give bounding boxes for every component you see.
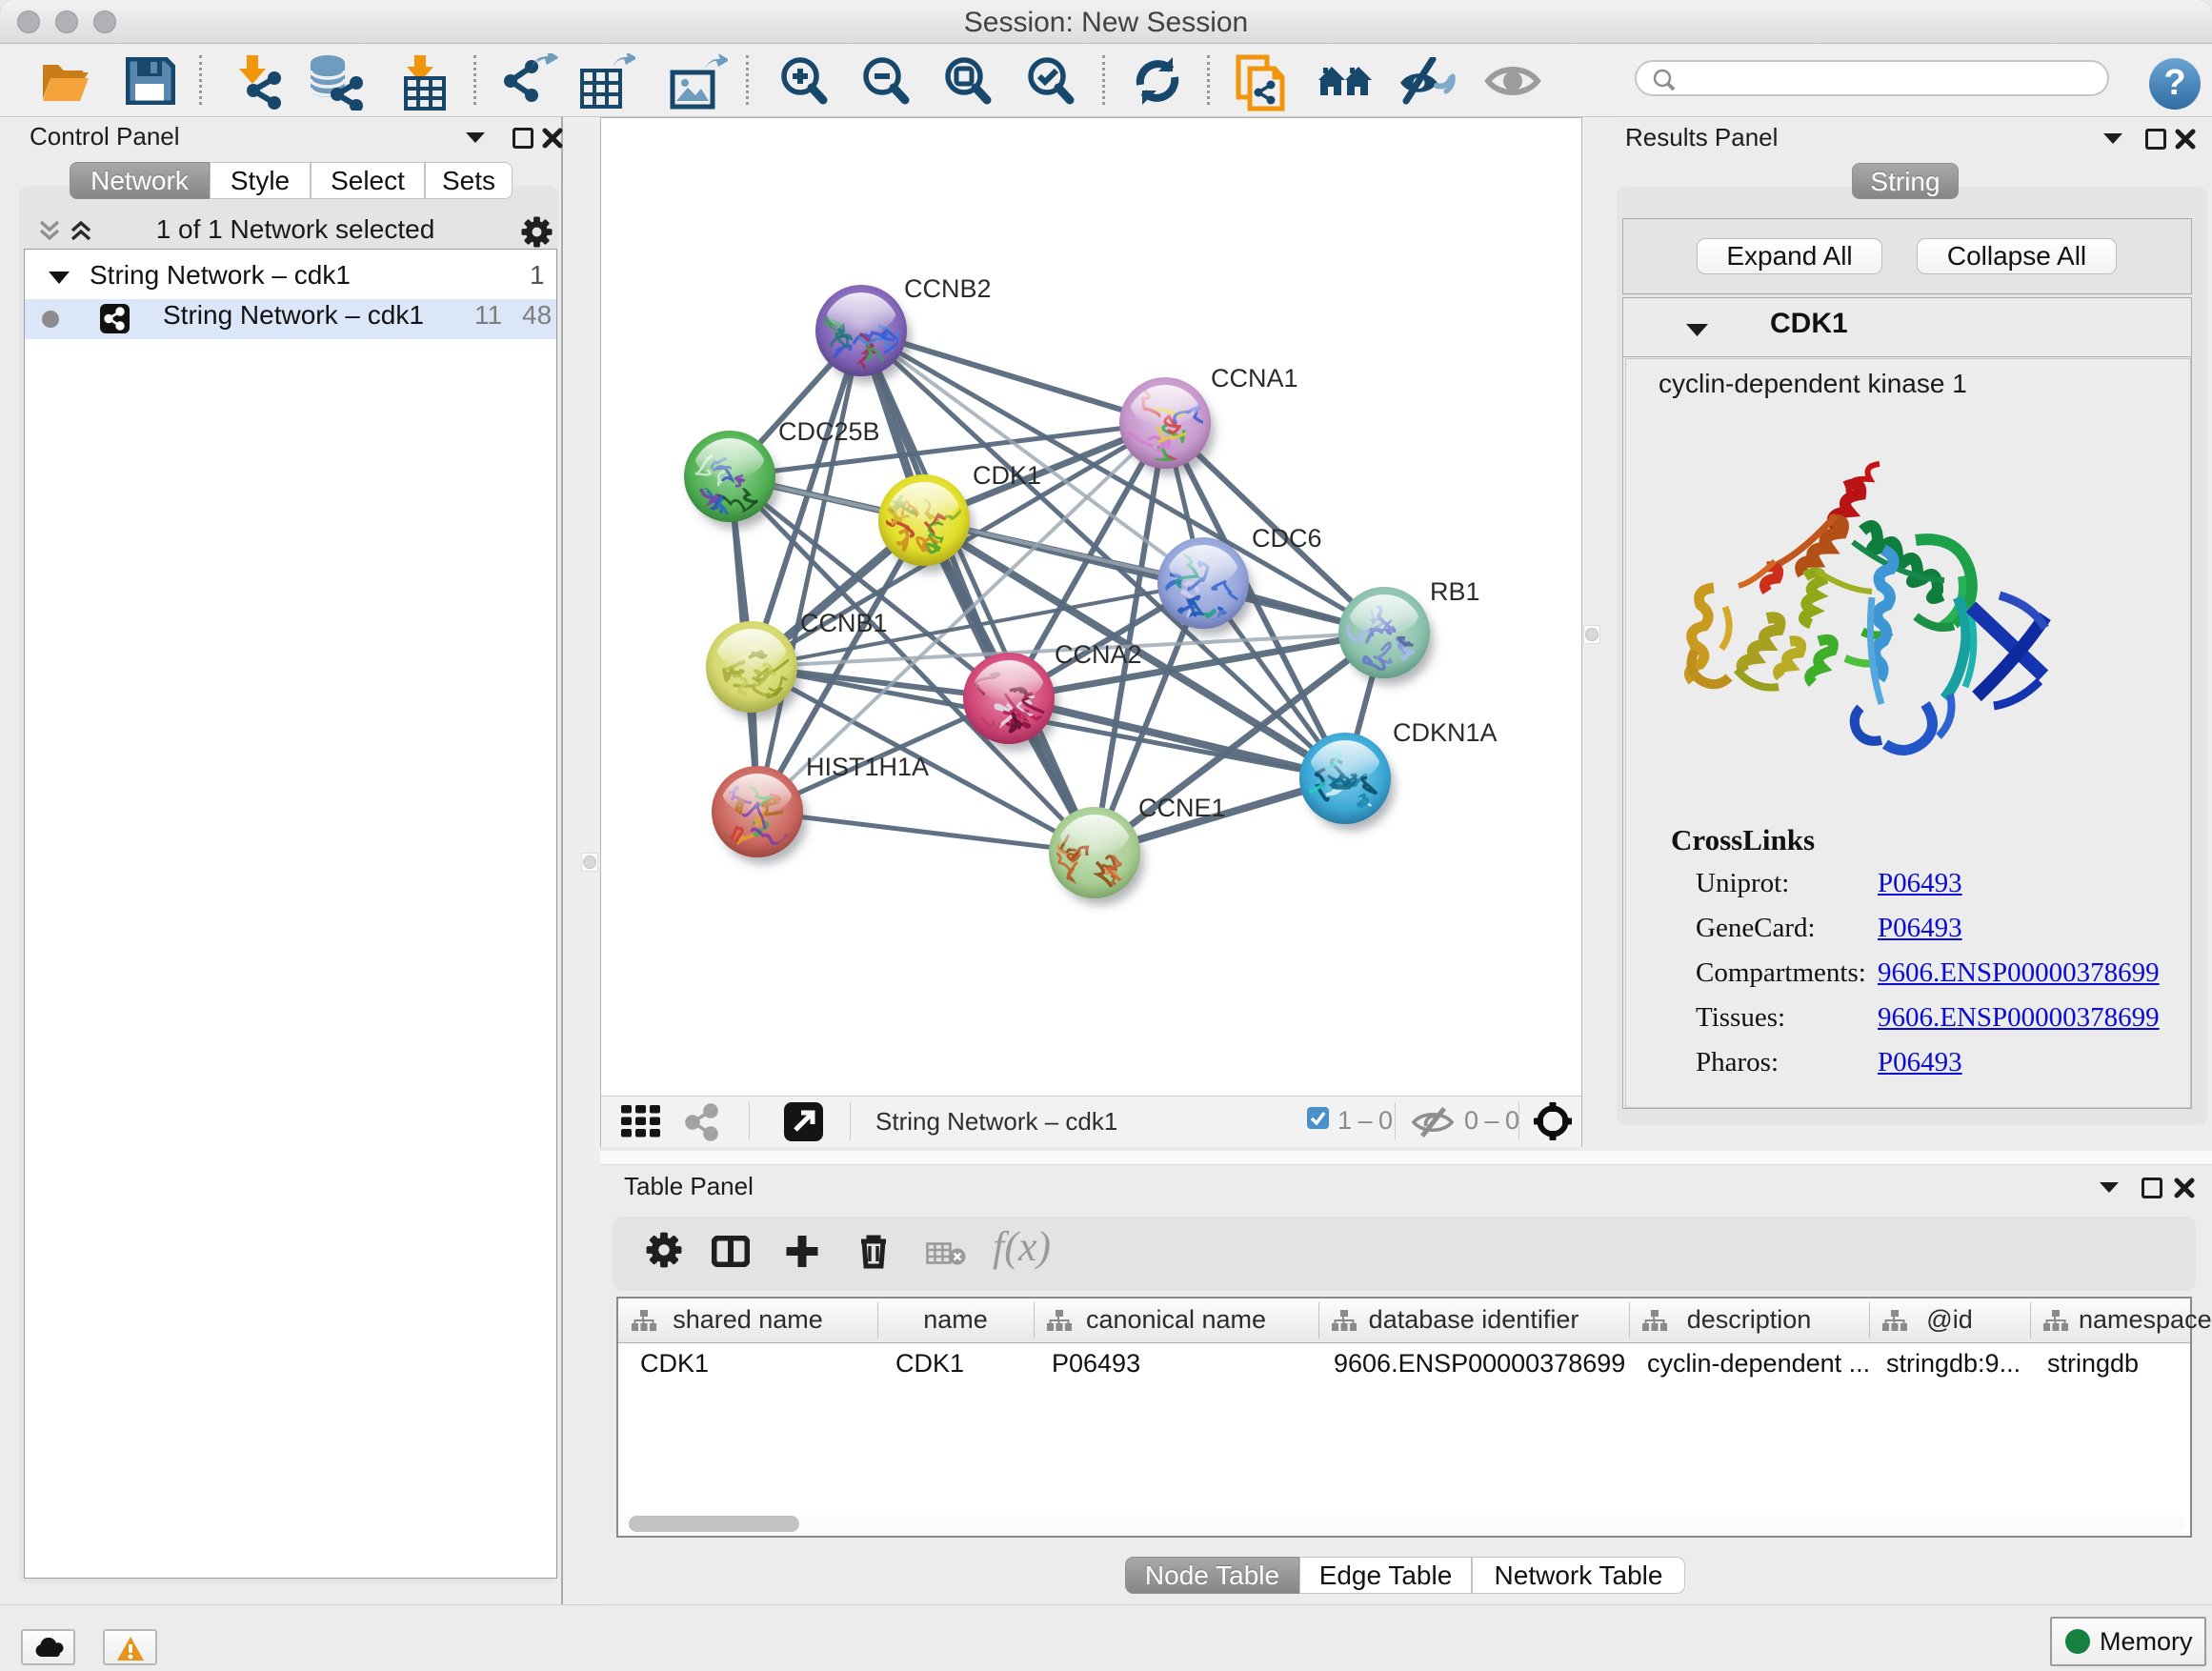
svg-text:CCNA1: CCNA1 xyxy=(1211,364,1298,393)
svg-text:CDC6: CDC6 xyxy=(1252,524,1322,553)
svg-text:HIST1H1A: HIST1H1A xyxy=(806,753,929,781)
svg-text:CCNB2: CCNB2 xyxy=(904,274,992,303)
svg-text:CCNA2: CCNA2 xyxy=(1055,640,1142,669)
svg-text:CDKN1A: CDKN1A xyxy=(1393,718,1498,747)
svg-text:CDC25B: CDC25B xyxy=(778,417,880,446)
svg-text:CCNB1: CCNB1 xyxy=(800,609,888,637)
svg-text:CDK1: CDK1 xyxy=(973,461,1041,490)
svg-text:CCNE1: CCNE1 xyxy=(1138,794,1226,822)
svg-text:RB1: RB1 xyxy=(1430,577,1480,606)
